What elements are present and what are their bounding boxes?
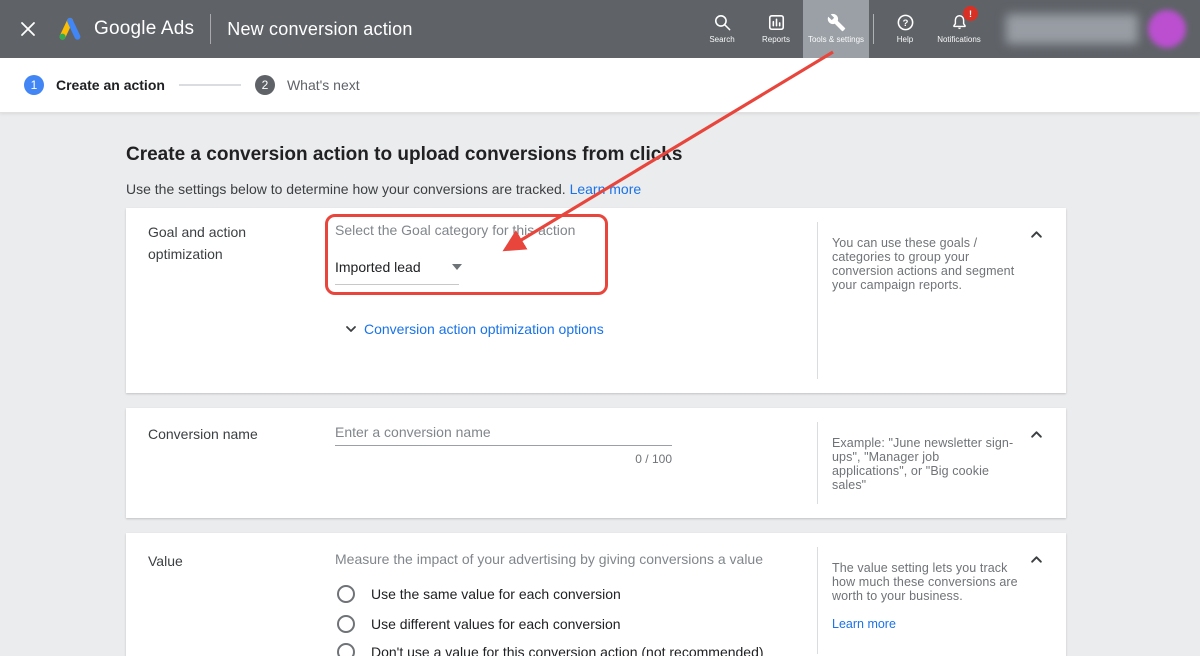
google-ads-logo-icon bbox=[59, 17, 81, 40]
nav-notifications-label: Notifications bbox=[937, 35, 981, 45]
value-collapse-button[interactable] bbox=[1024, 547, 1048, 571]
radio-different-values[interactable]: Use different values for each conversion bbox=[337, 615, 621, 633]
step-1-label: Create an action bbox=[56, 77, 165, 93]
search-icon bbox=[714, 15, 730, 31]
value-card: Value Measure the impact of your adverti… bbox=[126, 533, 1066, 656]
card-divider bbox=[817, 222, 818, 379]
step-connector bbox=[178, 84, 241, 86]
radio-different-values-label: Use different values for each conversion bbox=[371, 616, 621, 632]
value-card-label: Value bbox=[148, 553, 183, 569]
chevron-down-icon bbox=[346, 326, 356, 332]
step-create-an-action[interactable]: 1 Create an action bbox=[24, 75, 165, 95]
goal-card: Goal and action optimization Select the … bbox=[126, 208, 1066, 393]
intro-learn-more-link[interactable]: Learn more bbox=[570, 181, 642, 197]
goal-select-label: Select the Goal category for this action bbox=[335, 222, 576, 238]
main-subtext: Use the settings below to determine how … bbox=[126, 181, 641, 197]
nav-help[interactable]: ? Help bbox=[878, 0, 932, 58]
radio-icon bbox=[337, 615, 355, 633]
nav-search-label: Search bbox=[709, 35, 735, 45]
conversion-name-label: Conversion name bbox=[148, 426, 258, 442]
card-divider bbox=[817, 422, 818, 504]
step-2-label: What's next bbox=[286, 77, 360, 93]
step-whats-next[interactable]: 2 What's next bbox=[254, 75, 360, 95]
chevron-up-icon bbox=[1030, 555, 1042, 563]
conversion-name-card: Conversion name 0 / 100 Example: "June n… bbox=[126, 408, 1066, 518]
nav-notifications[interactable]: Notifications ! bbox=[932, 0, 986, 58]
stepper: 1 Create an action 2 What's next bbox=[0, 58, 1200, 113]
close-button[interactable] bbox=[0, 0, 56, 58]
page-title: New conversion action bbox=[227, 18, 413, 39]
conversion-name-input[interactable] bbox=[335, 418, 672, 446]
char-counter: 0 / 100 bbox=[635, 452, 672, 466]
close-icon bbox=[21, 22, 35, 36]
nav-tools-settings-label: Tools & settings bbox=[807, 35, 865, 45]
topbar: Google Ads New conversion action Search … bbox=[0, 0, 1200, 58]
goal-card-label: Goal and action optimization bbox=[148, 224, 247, 262]
reports-icon bbox=[768, 15, 784, 31]
value-description: Measure the impact of your advertising b… bbox=[335, 551, 763, 567]
radio-no-value-label: Don't use a value for this conversion ac… bbox=[371, 644, 764, 656]
optimization-options-label: Conversion action optimization options bbox=[364, 321, 604, 337]
optimization-options-toggle[interactable]: Conversion action optimization options bbox=[345, 321, 604, 337]
nav-tools-settings[interactable]: Tools & settings bbox=[803, 0, 869, 58]
goal-category-dropdown[interactable]: Imported lead bbox=[335, 259, 462, 275]
step-2-circle: 2 bbox=[254, 75, 275, 95]
dropdown-underline bbox=[335, 284, 459, 285]
wrench-icon bbox=[827, 14, 845, 32]
svg-text:?: ? bbox=[902, 18, 908, 29]
account-info-blurred bbox=[1006, 14, 1138, 44]
nav-search[interactable]: Search bbox=[695, 0, 749, 58]
name-help-text: Example: "June newsletter sign-ups", "Ma… bbox=[832, 436, 1014, 492]
brand-name: Google Ads bbox=[94, 18, 195, 39]
radio-same-value-label: Use the same value for each conversion bbox=[371, 586, 621, 602]
nav-help-label: Help bbox=[896, 35, 914, 45]
main-heading: Create a conversion action to upload con… bbox=[126, 144, 683, 165]
step-1-circle: 1 bbox=[24, 75, 44, 95]
nav-divider bbox=[873, 14, 874, 44]
nav-reports-label: Reports bbox=[761, 35, 790, 45]
value-learn-more-link[interactable]: Learn more bbox=[832, 617, 896, 631]
name-collapse-button[interactable] bbox=[1024, 422, 1048, 446]
card-divider bbox=[817, 547, 818, 654]
radio-icon bbox=[337, 585, 355, 603]
google-ads-brand[interactable]: Google Ads bbox=[56, 15, 194, 43]
goal-help-text: You can use these goals / categories to … bbox=[832, 236, 1015, 292]
radio-icon bbox=[337, 643, 355, 656]
value-help-text: The value setting lets you track how muc… bbox=[832, 561, 1018, 603]
help-icon: ? bbox=[897, 14, 913, 31]
goal-collapse-button[interactable] bbox=[1024, 222, 1048, 246]
notification-badge: ! bbox=[963, 6, 978, 21]
avatar[interactable] bbox=[1148, 10, 1186, 48]
topbar-divider bbox=[210, 14, 212, 44]
chevron-up-icon bbox=[1030, 430, 1042, 438]
chevron-up-icon bbox=[1030, 230, 1042, 238]
dropdown-caret-icon bbox=[451, 264, 462, 270]
radio-no-value[interactable]: Don't use a value for this conversion ac… bbox=[337, 643, 764, 656]
subtext-text: Use the settings below to determine how … bbox=[126, 181, 566, 197]
nav-reports[interactable]: Reports bbox=[749, 0, 803, 58]
goal-category-selected-value: Imported lead bbox=[335, 259, 421, 275]
radio-same-value[interactable]: Use the same value for each conversion bbox=[337, 585, 621, 603]
